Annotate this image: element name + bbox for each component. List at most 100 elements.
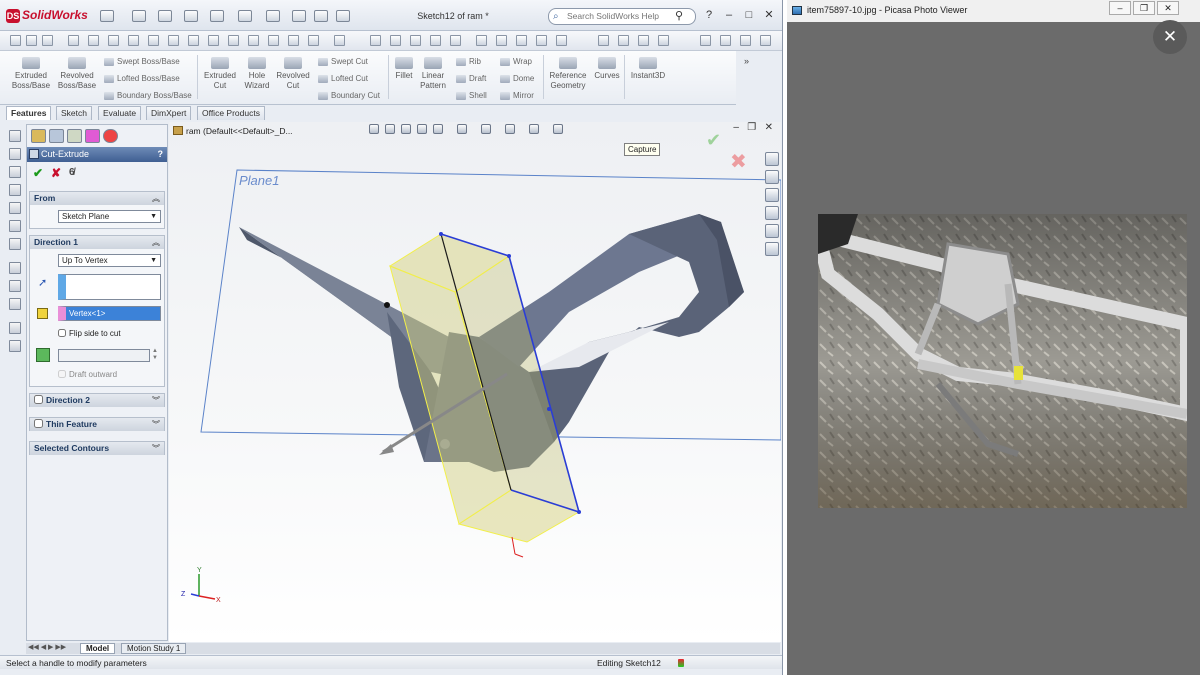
reference-geometry-button[interactable]: Reference Geometry [546,57,590,91]
tab-motion-study[interactable]: Motion Study 1 [121,643,187,654]
select-icon[interactable] [266,10,280,22]
confirm-cancel-icon[interactable]: ✖ [730,149,747,174]
camera-icon[interactable] [10,35,21,46]
viewer-close-icon[interactable]: ✕ [1153,20,1187,54]
fillet-button[interactable]: Fillet [392,57,416,81]
relations-icon[interactable] [334,35,345,46]
sketch-fillet-icon[interactable] [9,280,21,292]
analyze-icon[interactable] [536,35,547,46]
rectangle-tool-icon[interactable] [108,35,119,46]
confirm-ok-icon[interactable]: ✔ [706,130,721,151]
extend-tool-icon[interactable] [268,35,279,46]
swept-cut-button[interactable]: Swept Cut [318,57,368,66]
view-palette-icon[interactable] [765,206,779,220]
layout-icon[interactable] [740,35,751,46]
grid-icon[interactable] [42,35,53,46]
curves-button[interactable]: Curves [592,57,622,81]
custom-properties-icon[interactable] [765,242,779,256]
from-group-header[interactable]: From ︽ [30,192,164,205]
spinner-icon[interactable]: ▲ ▼ [152,348,158,362]
sketch-dimension-icon[interactable] [9,298,21,310]
flip-side-checkbox[interactable]: Flip side to cut [58,329,121,338]
toolbox-icon[interactable] [26,35,37,46]
sketch-tool-icon[interactable] [68,35,79,46]
configuration-manager-icon[interactable] [67,129,82,143]
thin-feature-check[interactable] [34,419,43,428]
extruded-cut-button[interactable]: Extruded Cut [202,57,238,91]
boundary-boss-button[interactable]: Boundary Boss/Base [104,91,192,100]
flip-side-check[interactable] [58,329,66,337]
cancel-x-icon[interactable]: ✘ [51,167,61,179]
extruded-boss-button[interactable]: Extruded Boss/Base [8,57,54,91]
display-manager-icon[interactable] [103,129,118,143]
save-icon[interactable] [184,10,198,22]
thin-feature-header[interactable]: Thin Feature ︾ [30,418,164,431]
mirror-entities-icon[interactable] [308,35,319,46]
detailed-preview-icon[interactable]: 6̸ [69,167,75,179]
linear-pattern-button[interactable]: Linear Pattern [418,57,448,91]
close-icon[interactable]: ✕ [762,9,776,22]
new-document-icon[interactable] [132,10,146,22]
pm-help-button[interactable]: ? [158,147,164,162]
ref-line-icon[interactable] [618,35,629,46]
line-tool-icon[interactable] [88,35,99,46]
lofted-boss-button[interactable]: Lofted Boss/Base [104,74,180,83]
options-icon[interactable] [314,10,328,22]
property-manager-icon[interactable] [49,129,64,143]
revolved-boss-button[interactable]: Revolved Boss/Base [56,57,98,91]
magnifier-icon[interactable]: ⚲ [675,9,683,22]
view-iso-icon[interactable] [9,238,21,250]
selected-contours-header[interactable]: Selected Contours ︾ [30,442,164,455]
dome-button[interactable]: Dome [500,74,534,83]
sum-icon[interactable] [228,35,239,46]
view-back-icon[interactable] [9,148,21,160]
ref-point-icon[interactable] [638,35,649,46]
revolved-cut-button[interactable]: Revolved Cut [274,57,312,91]
open-document-icon[interactable] [158,10,172,22]
coord-sys-icon[interactable] [658,35,669,46]
lofted-cut-button[interactable]: Lofted Cut [318,74,368,83]
display-style-icon[interactable] [390,35,401,46]
scene-icon[interactable] [450,35,461,46]
ribbon-expand-icon[interactable]: » [744,56,749,66]
graphics-area[interactable]: ram (Default<<Default>_D... – ❐ ✕ Plane1 [169,122,781,642]
expand-icon[interactable]: ︾ [152,394,160,407]
offset-tool-icon[interactable] [288,35,299,46]
section-view-icon[interactable] [410,35,421,46]
appearances-icon[interactable] [765,224,779,238]
feature-tree-icon[interactable] [31,129,46,143]
instant3d-button[interactable]: Instant3D [628,57,668,81]
check-icon[interactable] [516,35,527,46]
mass-props-icon[interactable] [496,35,507,46]
tab-sketch[interactable]: Sketch [56,106,92,120]
direction1-group-header[interactable]: Direction 1 ︽ [30,236,164,249]
help-search-box[interactable]: ⌕ ⚲ [548,8,696,25]
view-left-icon[interactable] [9,166,21,178]
trim-tool-icon[interactable] [248,35,259,46]
direction2-group-header[interactable]: Direction 2 ︾ [30,394,164,407]
fillet-tool-icon[interactable] [208,35,219,46]
view-right-icon[interactable] [9,184,21,196]
customize-icon[interactable] [336,10,350,22]
home-icon[interactable] [765,152,779,166]
settings-icon[interactable] [720,35,731,46]
folder-icon[interactable] [765,188,779,202]
help-search-input[interactable] [567,11,675,21]
sketch-line-icon[interactable] [9,262,21,274]
sketch-mirror-icon[interactable] [9,322,21,334]
minimize-icon[interactable]: – [1109,1,1131,15]
view-bottom-icon[interactable] [9,220,21,232]
wrap-button[interactable]: Wrap [500,57,532,66]
view-front-icon[interactable] [9,130,21,142]
collapse-icon[interactable]: ︽ [152,192,160,205]
spline-tool-icon[interactable] [168,35,179,46]
tab-evaluate[interactable]: Evaluate [98,106,142,120]
draft-outward-checkbox[interactable]: Draft outward [58,370,117,379]
arc-tool-icon[interactable] [148,35,159,46]
draft-button[interactable]: Draft [456,74,486,83]
tab-features[interactable]: Features [6,106,52,120]
rib-button[interactable]: Rib [456,57,481,66]
tab-office-products[interactable]: Office Products [197,106,265,120]
point-tool-icon[interactable] [188,35,199,46]
dimxpert-manager-icon[interactable] [85,129,100,143]
